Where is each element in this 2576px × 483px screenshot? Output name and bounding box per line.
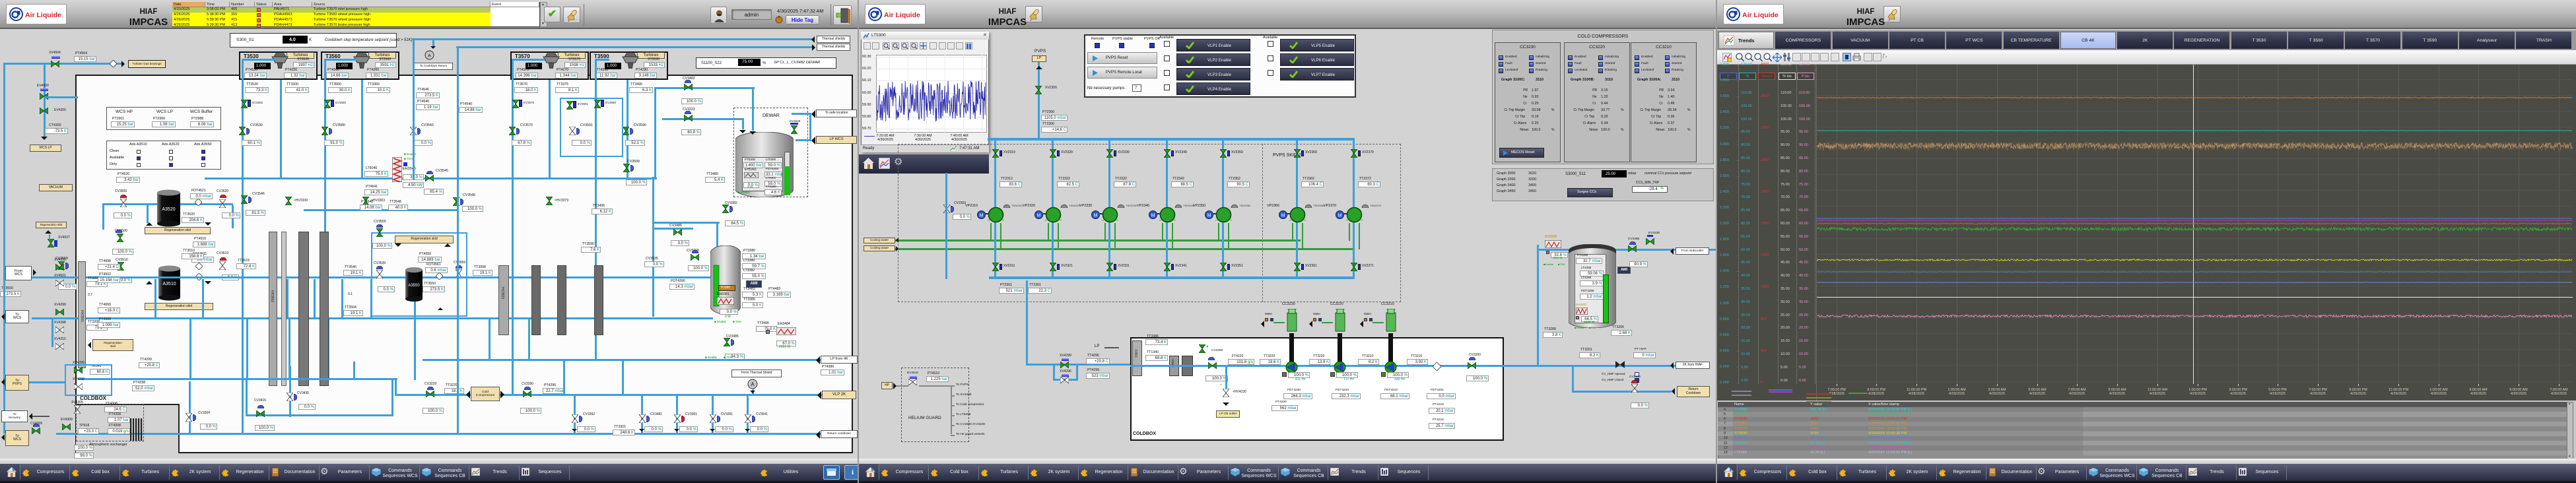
- svg-text:M: M: [1094, 214, 1098, 218]
- svg-text:M: M: [980, 214, 984, 218]
- svg-text:M: M: [1207, 214, 1211, 218]
- svg-text:M: M: [1151, 214, 1155, 218]
- svg-text:A3510: A3510: [162, 282, 176, 286]
- svg-text:A3520: A3520: [162, 207, 175, 212]
- svg-text:M: M: [1338, 214, 1342, 218]
- svg-text:A: A: [751, 381, 755, 387]
- svg-text:A3550: A3550: [408, 284, 420, 288]
- svg-text:M: M: [1037, 214, 1041, 218]
- svg-text:A: A: [428, 54, 431, 59]
- svg-text:M: M: [1281, 214, 1285, 218]
